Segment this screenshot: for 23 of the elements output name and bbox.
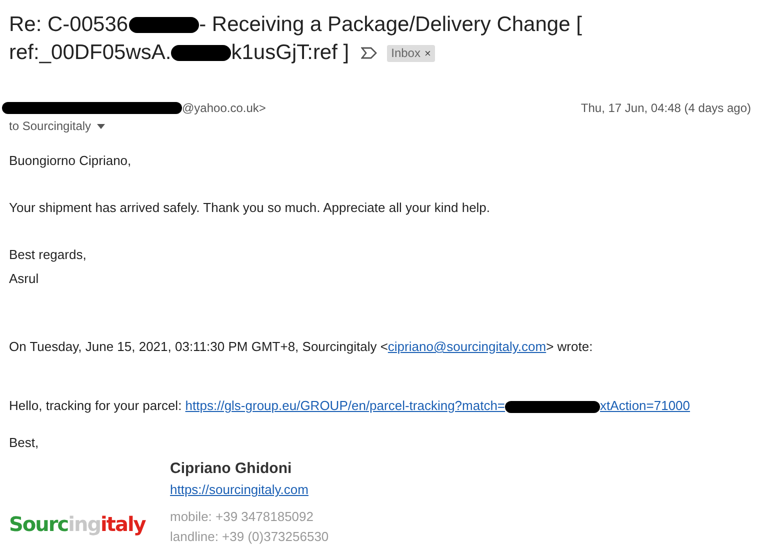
website-link[interactable]: https://sourcingitaly.com xyxy=(170,482,308,497)
closing-text: Best, xyxy=(9,435,40,450)
signature-text: Asrul xyxy=(9,271,40,286)
message-text: Your shipment has arrived safely. Thank you so much. Appreciate all your kind help. xyxy=(9,200,492,215)
remove-label-button[interactable]: × xyxy=(424,48,431,60)
email-link[interactable]: cipriano@sourcingitaly.com xyxy=(388,339,546,354)
landline-number: landline: +39 (0)373256530 xyxy=(170,529,329,544)
recipient-text: to Sourcingitaly xyxy=(9,119,92,133)
greeting-text: Buongiorno Cipriano, xyxy=(9,153,132,168)
inbox-label: Inbox × xyxy=(387,44,435,62)
tracking-text: Hello, tracking for your parcel: xyxy=(9,398,183,413)
signature-name: Cipriano Ghidoni xyxy=(170,460,293,477)
email-date: Thu, 17 Jun, 04:48 (4 days ago) xyxy=(580,101,751,115)
tracking-link[interactable]: xtAction=71000 xyxy=(600,398,690,413)
tracking-link[interactable]: https://gls-group.eu/GROUP/en/parcel-tracking?match= xyxy=(185,398,506,413)
subject-text: - Receiving a Package/Delivery Change [ xyxy=(199,12,582,38)
sender-address: @yahoo.co.uk> xyxy=(182,101,266,115)
subject-text: ref:_00DF05wsA. xyxy=(9,40,172,66)
subject-text: k1usGjT:ref ] xyxy=(231,40,350,66)
subject-text: Re: C-00536 xyxy=(9,12,128,38)
quote-header: On Tuesday, June 15, 2021, 03:11:30 PM GMT+8, Sourcingitaly <cipriano@sourcingitaly.com> wrote: xyxy=(9,339,594,354)
closing-text: Best regards, xyxy=(9,247,88,262)
mobile-number: mobile: +39 3478185092 xyxy=(170,509,314,524)
